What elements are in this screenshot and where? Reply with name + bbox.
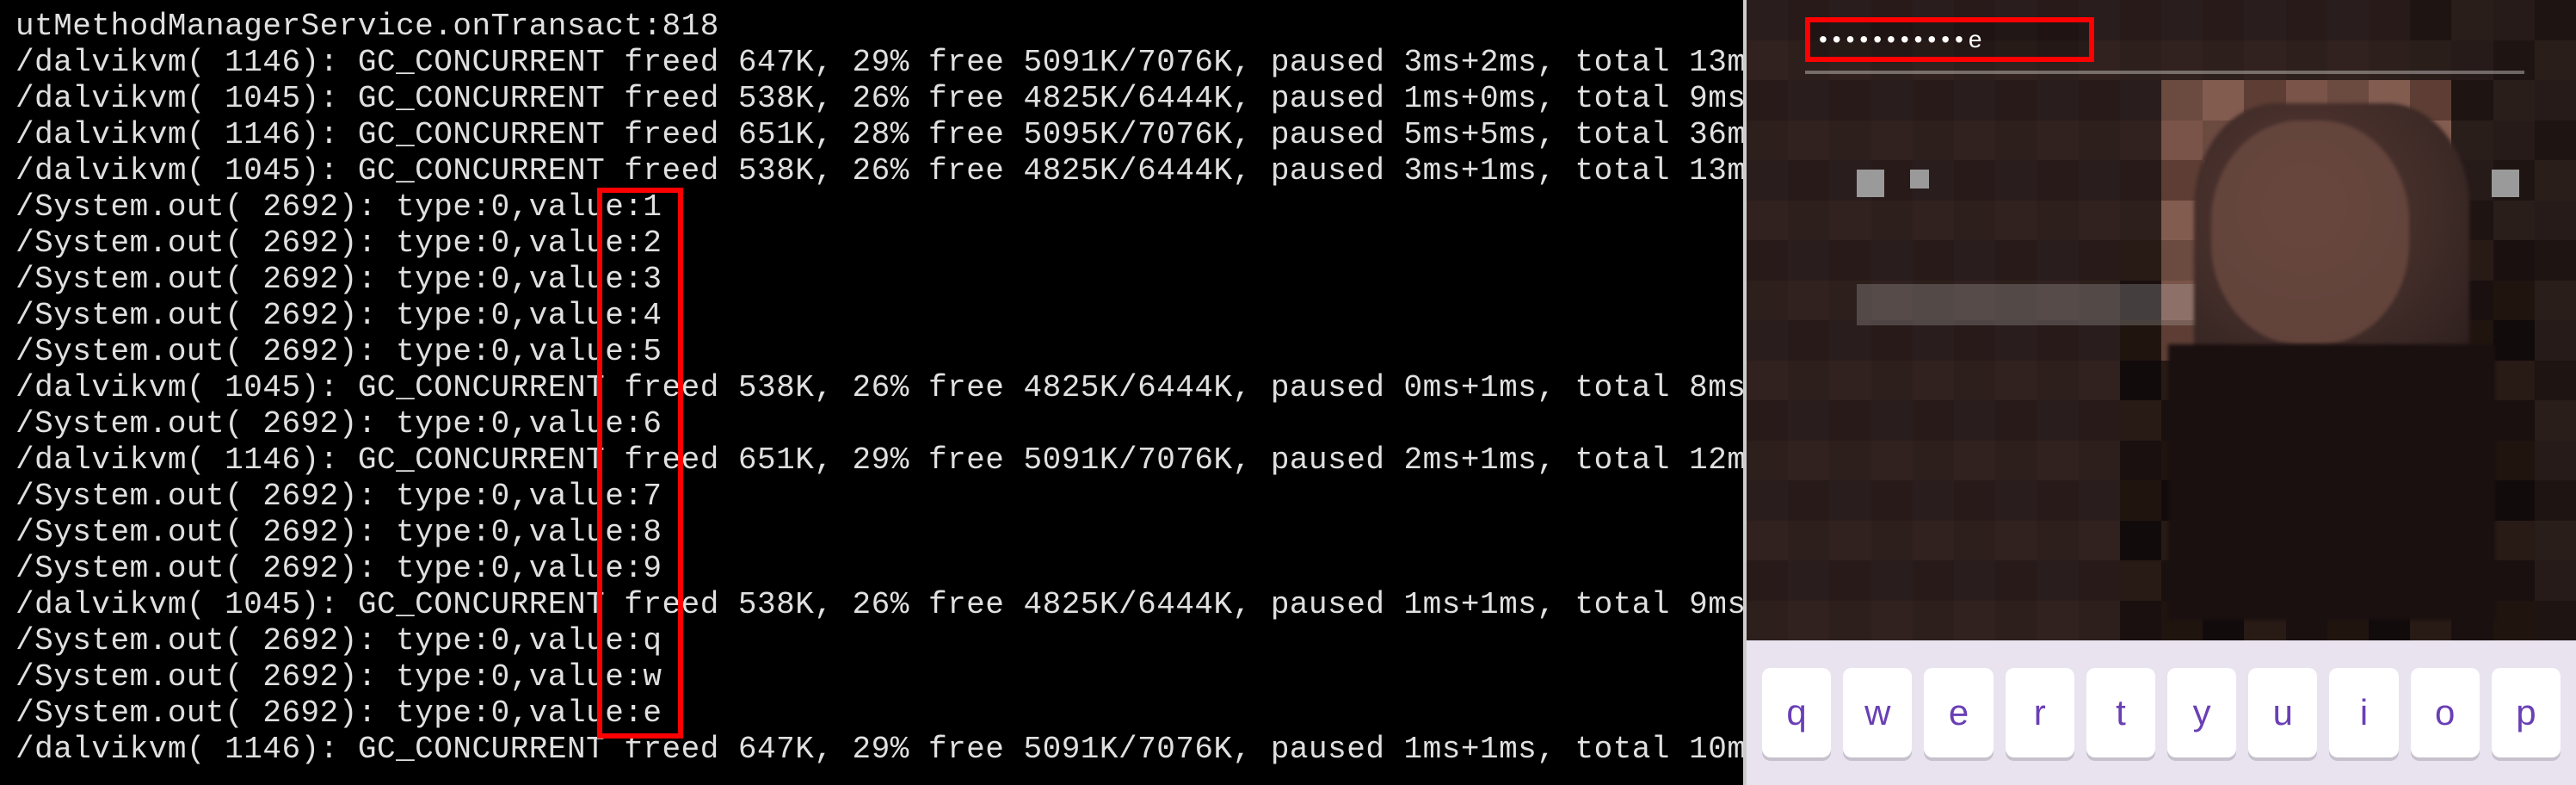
log-line: /System.out( 2692): type:0,value:1 bbox=[0, 189, 1743, 226]
photo-blob bbox=[2211, 121, 2409, 344]
log-line: /System.out( 2692): type:0,value:2 bbox=[0, 226, 1743, 262]
key-w[interactable]: w bbox=[1843, 668, 1912, 757]
hint-text-area bbox=[1857, 284, 2218, 325]
log-line: /System.out( 2692): type:0,value:e bbox=[0, 695, 1743, 732]
log-line: /System.out( 2692): type:0,value:6 bbox=[0, 406, 1743, 442]
key-o[interactable]: o bbox=[2411, 668, 2480, 757]
control-icon[interactable] bbox=[2492, 170, 2519, 197]
log-line: /System.out( 2692): type:0,value:4 bbox=[0, 298, 1743, 334]
lock-screen: •••••••••••e bbox=[1747, 0, 2576, 640]
log-line: /System.out( 2692): type:0,value:5 bbox=[0, 334, 1743, 370]
log-line: /dalvikvm( 1146): GC_CONCURRENT freed 65… bbox=[0, 117, 1743, 153]
log-line: utMethodManagerService.onTransact:818 bbox=[0, 9, 1743, 45]
control-icon[interactable] bbox=[1857, 170, 1884, 197]
key-e[interactable]: e bbox=[1924, 668, 1993, 757]
log-line: /dalvikvm( 1045): GC_CONCURRENT freed 53… bbox=[0, 81, 1743, 117]
soft-keyboard: q w e r t y u i o p bbox=[1747, 640, 2576, 785]
key-p[interactable]: p bbox=[2492, 668, 2561, 757]
log-line: /dalvikvm( 1146): GC_CONCURRENT freed 65… bbox=[0, 442, 1743, 479]
log-line: /System.out( 2692): type:0,value:w bbox=[0, 659, 1743, 695]
log-line: /System.out( 2692): type:0,value:q bbox=[0, 623, 1743, 659]
key-q[interactable]: q bbox=[1762, 668, 1831, 757]
key-r[interactable]: r bbox=[2006, 668, 2074, 757]
log-line: /System.out( 2692): type:0,value:3 bbox=[0, 262, 1743, 298]
log-line: /System.out( 2692): type:0,value:8 bbox=[0, 515, 1743, 551]
log-line: /dalvikvm( 1146): GC_CONCURRENT freed 64… bbox=[0, 45, 1743, 81]
key-y[interactable]: y bbox=[2167, 668, 2236, 757]
password-text: •••••••••••e bbox=[1819, 26, 1987, 53]
photo-blob bbox=[2168, 344, 2495, 620]
password-underline bbox=[1805, 71, 2524, 74]
key-i[interactable]: i bbox=[2329, 668, 2398, 757]
log-line: /System.out( 2692): type:0,value:7 bbox=[0, 479, 1743, 515]
password-input[interactable]: •••••••••••e bbox=[1805, 17, 2094, 62]
key-u[interactable]: u bbox=[2248, 668, 2317, 757]
log-line: /dalvikvm( 1045): GC_CONCURRENT freed 53… bbox=[0, 587, 1743, 623]
log-line: /dalvikvm( 1045): GC_CONCURRENT freed 53… bbox=[0, 153, 1743, 189]
terminal-pane: utMethodManagerService.onTransact:818 /d… bbox=[0, 0, 1747, 785]
key-t[interactable]: t bbox=[2086, 668, 2155, 757]
device-screen: •••••••••••e q w e r t y u i o p bbox=[1747, 0, 2576, 785]
log-line: /dalvikvm( 1045): GC_CONCURRENT freed 53… bbox=[0, 370, 1743, 406]
log-line: /dalvikvm( 1146): GC_CONCURRENT freed 64… bbox=[0, 732, 1743, 768]
control-icon[interactable] bbox=[1910, 170, 1929, 189]
log-line: /System.out( 2692): type:0,value:9 bbox=[0, 551, 1743, 587]
